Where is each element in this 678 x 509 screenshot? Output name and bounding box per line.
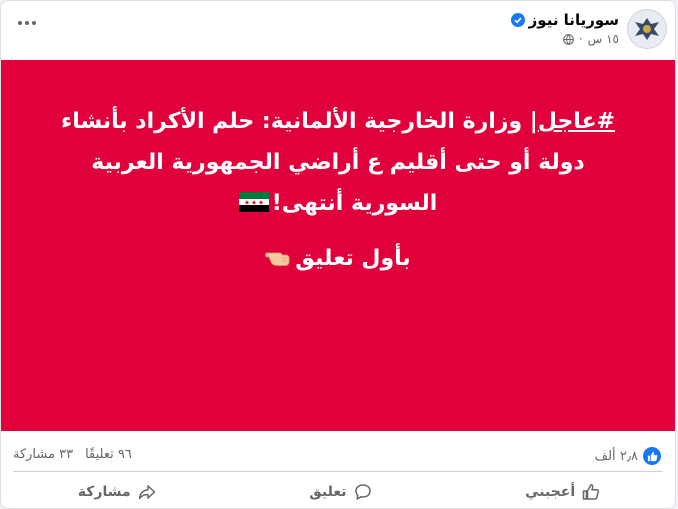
page-name[interactable]: سوريانا نيوز: [510, 11, 619, 29]
like-label: أعجبني: [525, 484, 576, 500]
reactions-summary[interactable]: ٢٫٨ ألف: [595, 447, 661, 465]
shares-count[interactable]: ٣٣ مشاركة: [13, 447, 73, 462]
page-avatar[interactable]: [627, 9, 667, 49]
actions-divider: [13, 471, 663, 472]
engagement-counts: ٩٦ تعليقًا ٣٣ مشاركة: [13, 447, 132, 462]
post-line-3-text: السورية أنتهى!: [271, 191, 438, 216]
post-text: #عاجل| وزارة الخارجية الألمانية: حلم الأ…: [41, 101, 635, 279]
post-line-1: #عاجل| وزارة الخارجية الألمانية: حلم الأ…: [41, 101, 635, 142]
post-header: سوريانا نيوز ١٥ س ·: [1, 1, 675, 61]
comment-button[interactable]: تعليق: [295, 479, 385, 505]
separator-dot: ·: [578, 32, 583, 46]
like-reaction-icon: [643, 447, 661, 465]
post-line-2: دولة أو حتى أقليم ع أراضي الجمهورية العر…: [91, 150, 585, 175]
thumbs-up-icon: [582, 484, 600, 500]
like-button[interactable]: أعجبني: [511, 479, 614, 505]
more-options-button[interactable]: [15, 11, 39, 35]
comment-icon: [354, 484, 371, 500]
comments-count[interactable]: ٩٦ تعليقًا: [85, 447, 132, 462]
more-dot: [25, 21, 29, 25]
pointing-hand-icon: [265, 252, 290, 266]
post-card: سوريانا نيوز ١٥ س · #عاجل| وزارة الخارجي…: [0, 0, 676, 509]
post-line-3: السورية أنتهى!: [41, 183, 635, 224]
post-line-4: بأول تعليق: [41, 238, 635, 279]
eagle-logo-icon: [629, 11, 665, 47]
hashtag-link[interactable]: #عاجل: [538, 109, 615, 134]
share-button[interactable]: مشاركة: [64, 479, 170, 505]
syrian-flag-icon: [238, 192, 269, 212]
page-name-text[interactable]: سوريانا نيوز: [529, 11, 619, 29]
post-time[interactable]: ١٥ س: [588, 32, 619, 46]
post-stats: ٢٫٨ ألف ٩٦ تعليقًا ٣٣ مشاركة: [1, 447, 675, 471]
post-line-1-text: | وزارة الخارجية الألمانية: حلم الأكراد …: [60, 109, 538, 134]
share-icon: [138, 485, 155, 500]
reactions-count: ٢٫٨ ألف: [594, 448, 638, 464]
share-label: مشاركة: [77, 484, 131, 500]
globe-icon: [562, 33, 574, 45]
post-line-4-text: بأول تعليق: [295, 246, 411, 271]
more-dots-icon: [18, 21, 22, 25]
verified-badge-icon: [510, 13, 525, 27]
post-meta: ١٥ س ·: [562, 32, 619, 46]
post-actions: أعجبني تعليق مشاركة: [1, 475, 675, 508]
more-dot: [32, 21, 36, 25]
comment-label: تعليق: [309, 484, 347, 500]
